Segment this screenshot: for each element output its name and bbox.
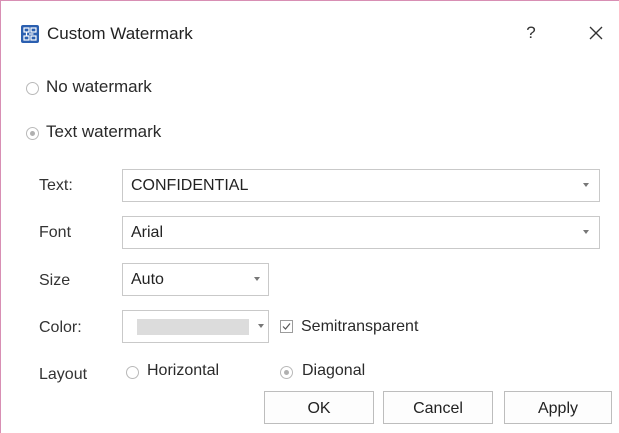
semitransparent-checkbox[interactable] — [280, 320, 293, 333]
color-swatch — [137, 319, 249, 335]
font-label: Font — [39, 224, 72, 241]
text-watermark-radio[interactable] — [26, 127, 39, 140]
text-combobox[interactable]: CONFIDENTIAL — [122, 169, 600, 202]
size-value: Auto — [131, 271, 164, 288]
horizontal-label: Horizontal — [147, 362, 220, 379]
watermark-app-icon — [21, 25, 39, 43]
color-label: Color: — [39, 319, 82, 336]
title-bar: Custom Watermark ? — [1, 1, 619, 44]
chevron-down-icon — [254, 277, 260, 281]
font-combobox[interactable]: Arial — [122, 216, 600, 249]
close-icon — [589, 26, 603, 40]
text-watermark-label: Text watermark — [46, 122, 162, 141]
text-label: Text: — [39, 177, 73, 194]
checkmark-icon — [282, 323, 291, 330]
horizontal-radio[interactable] — [126, 366, 139, 379]
layout-label: Layout — [39, 366, 88, 383]
cancel-button[interactable]: Cancel — [383, 391, 493, 424]
text-value: CONFIDENTIAL — [131, 177, 249, 194]
diagonal-label: Diagonal — [302, 362, 366, 379]
no-watermark-radio[interactable] — [26, 82, 39, 95]
custom-watermark-dialog: Custom Watermark ? No watermark Text wat… — [0, 0, 619, 433]
dialog-title: Custom Watermark — [47, 24, 193, 43]
no-watermark-label: No watermark — [46, 77, 152, 96]
diagonal-radio[interactable] — [280, 366, 293, 379]
apply-button[interactable]: Apply — [504, 391, 612, 424]
font-value: Arial — [131, 224, 164, 241]
color-picker[interactable] — [122, 310, 269, 343]
size-combobox[interactable]: Auto — [122, 263, 269, 296]
help-button[interactable]: ? — [521, 22, 541, 44]
semitransparent-label: Semitransparent — [301, 318, 419, 335]
chevron-down-icon — [258, 324, 264, 328]
chevron-down-icon — [583, 230, 589, 234]
chevron-down-icon — [583, 183, 589, 187]
size-label: Size — [39, 272, 71, 289]
ok-button[interactable]: OK — [264, 391, 374, 424]
close-button[interactable] — [583, 20, 609, 46]
